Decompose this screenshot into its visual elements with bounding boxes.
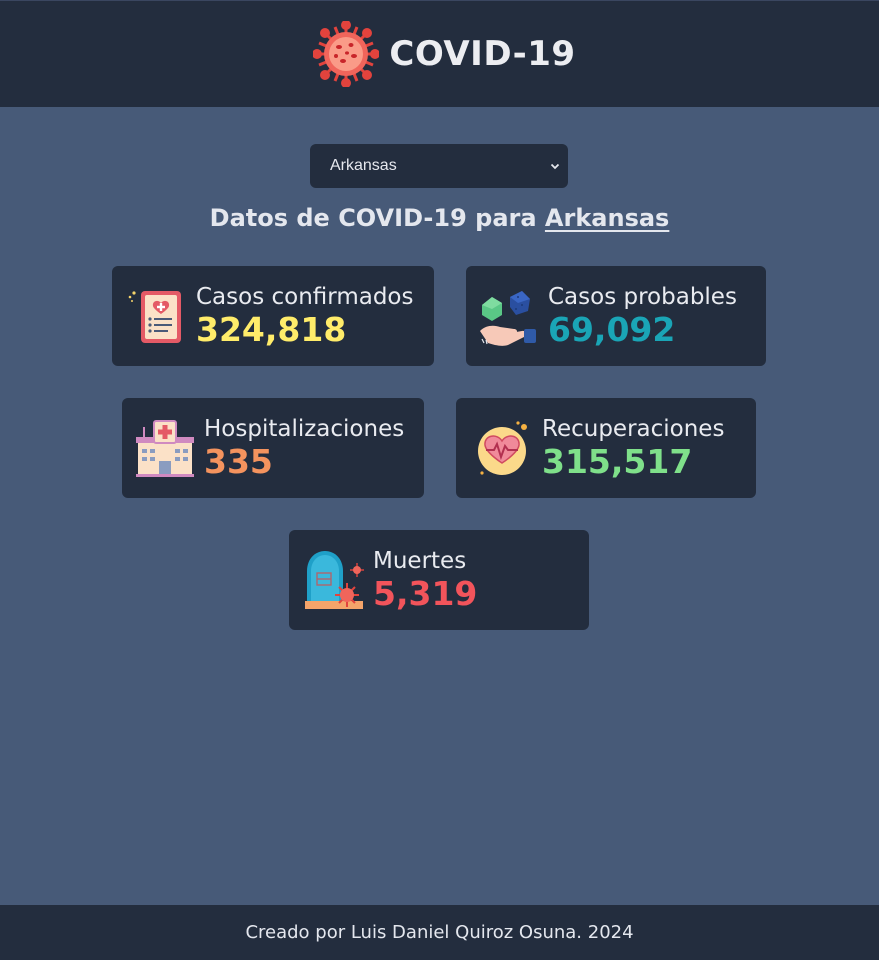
heading-prefix: Datos de COVID-19 para (209, 204, 537, 232)
app-title: COVID-19 (389, 34, 576, 74)
heart-pulse-icon (478, 421, 527, 475)
footer-credit: Creado por Luis Daniel Quiroz Osuna. 202… (245, 922, 634, 943)
virus-icon (313, 21, 380, 87)
clipboard-health-icon (128, 291, 181, 343)
stat-text: Muertes 5,319 (373, 547, 477, 613)
stat-text: Casos confirmados 324,818 (196, 283, 414, 349)
heading-state: Arkansas (544, 204, 670, 232)
stat-value: 5,319 (373, 574, 478, 613)
stat-text: Recuperaciones 315,517 (542, 415, 724, 481)
app-header: COVID-19 (0, 0, 879, 107)
stat-label: Casos probables (548, 284, 737, 310)
stat-value: 335 (204, 442, 273, 481)
stat-label: Hospitalizaciones (204, 416, 405, 442)
state-select-value: Arkansas (330, 157, 397, 174)
stat-text: Casos probables 69,092 (548, 283, 737, 349)
tombstone-virus-icon (305, 551, 364, 609)
stat-value: 69,092 (548, 310, 676, 349)
dice-hand-icon (480, 291, 536, 346)
hospital-icon (136, 420, 194, 477)
stat-card-probable: Casos probables 69,092 (466, 266, 766, 366)
page-heading: Datos de COVID-19 para Arkansas (0, 204, 879, 232)
stat-card-hospitalizations: Hospitalizaciones 335 (122, 398, 424, 498)
stat-label: Casos confirmados (196, 284, 414, 310)
stat-card-confirmed: Casos confirmados 324,818 (112, 266, 434, 366)
stat-value: 315,517 (542, 442, 693, 481)
stat-label: Recuperaciones (542, 416, 725, 442)
stat-label: Muertes (373, 548, 467, 574)
stat-card-deaths: Muertes 5,319 (289, 530, 589, 630)
stat-text: Hospitalizaciones 335 (204, 415, 404, 481)
chevron-down-icon (550, 163, 560, 170)
brand: COVID-19 (313, 21, 575, 87)
stat-card-recoveries: Recuperaciones 315,517 (456, 398, 756, 498)
stat-value: 324,818 (196, 310, 347, 349)
state-select[interactable]: Arkansas (310, 144, 568, 188)
page-footer: Creado por Luis Daniel Quiroz Osuna. 202… (0, 905, 879, 960)
